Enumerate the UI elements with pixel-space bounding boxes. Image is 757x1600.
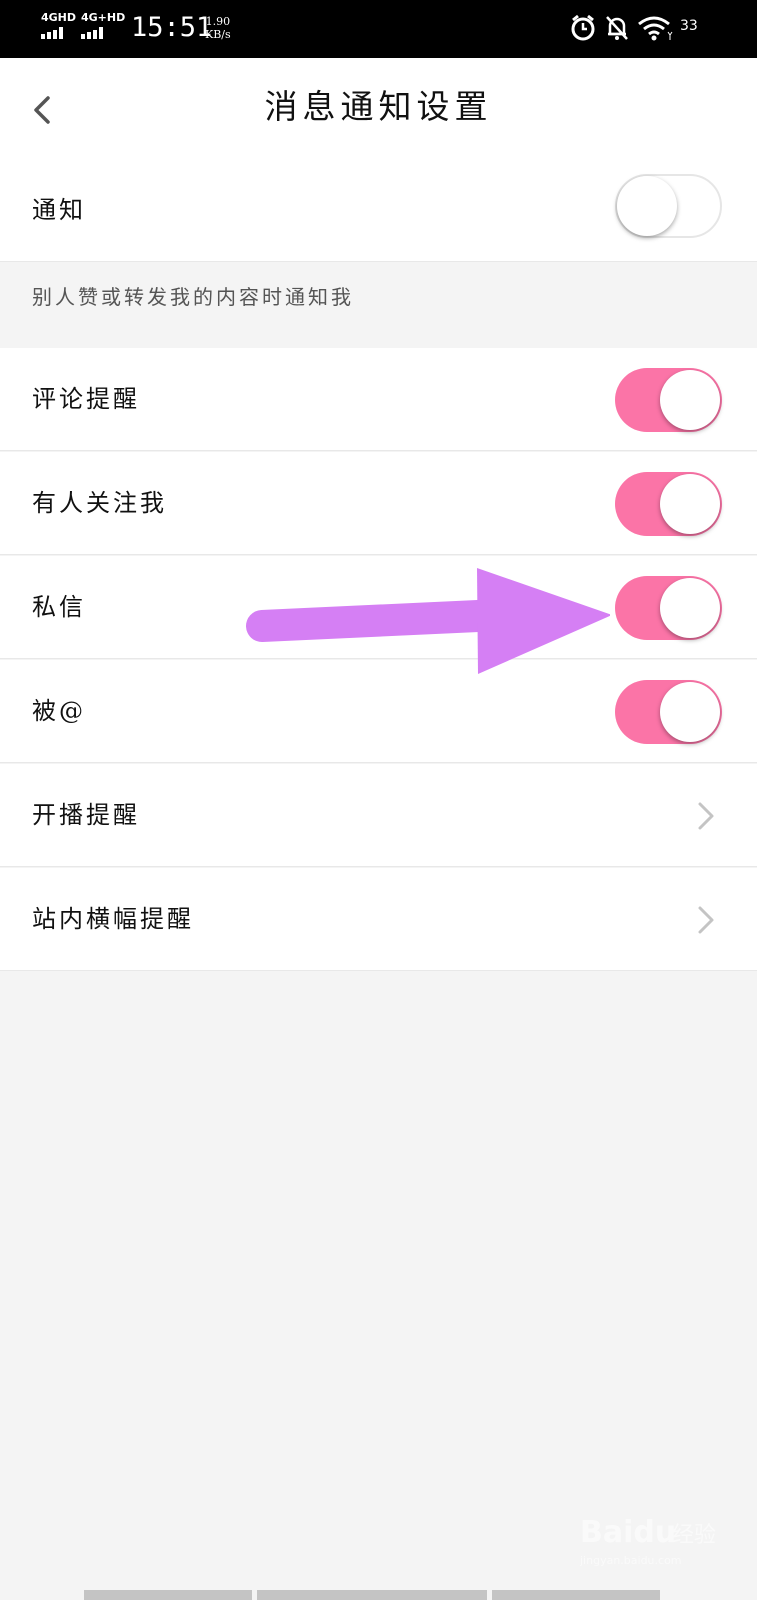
settings-row-live-reminder[interactable]: 开播提醒 (0, 764, 757, 867)
follow-reminder-toggle[interactable] (615, 472, 722, 536)
alarm-icon (571, 14, 595, 41)
toggle-knob (617, 176, 677, 236)
settings-row-banner-reminder[interactable]: 站内横幅提醒 (0, 868, 757, 971)
signal-indicator-1: 4GHD (41, 12, 76, 39)
private-message-toggle[interactable] (615, 576, 722, 640)
hint-text: 别人赞或转发我的内容时通知我 (32, 285, 354, 309)
page-title: 消息通知设置 (264, 87, 493, 126)
clock: 15:51 (131, 12, 213, 43)
row-label: 站内横幅提醒 (32, 905, 194, 933)
toggle-knob (660, 474, 720, 534)
toggle-knob (660, 370, 720, 430)
battery-level: 33 (680, 18, 698, 34)
watermark-brand-cn: 经验 (672, 1523, 716, 1548)
notify-toggle[interactable] (615, 174, 722, 238)
comment-reminder-toggle[interactable] (615, 368, 722, 432)
annotation-arrow (246, 568, 610, 674)
watermark-url: jingyan.baidu.com (580, 1554, 682, 1567)
settings-row-follow: 有人关注我 (0, 452, 757, 555)
settings-row-comment: 评论提醒 (0, 348, 757, 451)
signal-label-2: 4G+HD (81, 11, 126, 24)
row-label: 被@ (32, 697, 86, 725)
signal-label-1: 4GHD (41, 11, 77, 24)
row-label: 私信 (32, 593, 86, 621)
signal-bars-icon (41, 27, 76, 39)
toggle-knob (660, 682, 720, 742)
signal-indicator-2: 4G+HD (81, 12, 125, 39)
speed-unit: KB/s (205, 28, 231, 41)
row-label: 开播提醒 (32, 801, 140, 829)
mention-toggle[interactable] (615, 680, 722, 744)
network-speed: 1.90 KB/s (205, 15, 231, 41)
header: 消息通知设置 (0, 58, 757, 158)
chevron-right-icon (698, 802, 714, 830)
status-bar: 4GHD 4G+HD 15:51 1.90 KB/s 33 (0, 0, 757, 58)
baidu-watermark: Baidu 经验 jingyan.baidu.com (580, 1515, 716, 1567)
speed-value: 1.90 (205, 15, 231, 28)
settings-row-notify: 通知 (0, 158, 757, 262)
section-hint: 别人赞或转发我的内容时通知我 (0, 262, 757, 348)
signal-bars-icon (81, 27, 125, 39)
watermark-brand: Baidu (580, 1515, 676, 1550)
row-label: 评论提醒 (32, 385, 140, 413)
wifi-icon (638, 16, 673, 41)
row-label: 有人关注我 (32, 489, 167, 517)
chevron-right-icon (698, 906, 714, 934)
bell-off-icon (606, 16, 628, 40)
bottom-strips (84, 1590, 674, 1600)
row-label: 通知 (32, 196, 86, 224)
toggle-knob (660, 578, 720, 638)
